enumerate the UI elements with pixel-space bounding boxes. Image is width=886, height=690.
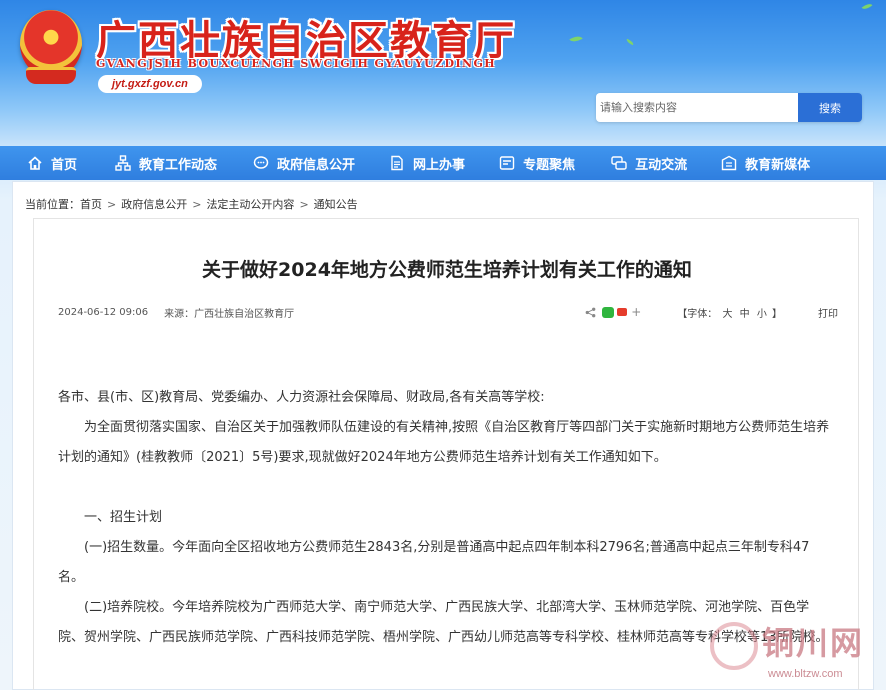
nav-item-home[interactable]: 首页	[27, 146, 77, 180]
leaf-decoration-icon	[861, 1, 873, 12]
nav-item-topics[interactable]: 专题聚焦	[499, 146, 575, 180]
nav-item-label: 教育新媒体	[745, 157, 811, 173]
font-size-large[interactable]: 大	[722, 309, 732, 320]
site-subtitle: GVANGJSIH BOUXCUENGH SWCIGIH GYAUYUZDING…	[96, 57, 497, 70]
national-emblem-icon	[20, 10, 82, 84]
article-title: 关于做好2024年地方公费师范生培养计划有关工作的通知	[202, 259, 692, 281]
leaf-decoration-icon	[569, 33, 583, 45]
nav-item-label: 政府信息公开	[277, 157, 356, 173]
breadcrumb-separator: >	[299, 197, 309, 211]
site-domain[interactable]: jyt.gxzf.gov.cn	[98, 75, 202, 93]
font-size-label: 【字体：	[677, 308, 718, 320]
article-paragraph: 为全面贯彻落实国家、自治区关于加强教师队伍建设的有关精神,按照《自治区教育厅等四…	[58, 420, 830, 465]
nav-item-label: 首页	[51, 157, 78, 173]
breadcrumb-link-notices[interactable]: 通知公告	[314, 196, 358, 212]
watermark-text: 铜川网	[762, 624, 865, 662]
nav-item-label: 教育工作动态	[139, 157, 218, 173]
nav-item-label: 互动交流	[635, 157, 688, 173]
article-source: 来源：广西壮族自治区教育厅	[164, 308, 295, 320]
watermark-logo-icon	[710, 622, 758, 670]
article-section-heading: 一、招生计划	[84, 510, 163, 525]
home-icon	[27, 155, 43, 171]
nav-item-label: 网上办事	[413, 157, 466, 173]
article-meta: 2024-06-12 09:06 来源：广西壮族自治区教育厅 + 【字体： 大 …	[58, 303, 838, 321]
font-size-medium[interactable]: 中	[740, 309, 750, 320]
breadcrumb-link-gov-info[interactable]: 政府信息公开	[121, 196, 187, 212]
chat-bubble-icon	[253, 155, 269, 171]
article-tools: + 【字体： 大 中 小 】 打印	[585, 303, 838, 321]
breadcrumb-separator: >	[107, 197, 117, 211]
share-icon[interactable]	[585, 307, 596, 318]
font-size-small[interactable]: 小	[757, 309, 767, 320]
search-button[interactable]: 搜索	[798, 93, 862, 122]
nav-item-label: 专题聚焦	[523, 157, 576, 173]
print-button[interactable]: 打印	[818, 305, 838, 320]
document-edit-icon	[389, 155, 405, 171]
site-header: 广西壮族自治区教育厅 GVANGJSIH BOUXCUENGH SWCIGIH …	[0, 0, 886, 146]
nav-item-interaction[interactable]: 互动交流	[611, 146, 687, 180]
org-chart-icon	[115, 155, 131, 171]
leaf-decoration-icon	[625, 38, 635, 46]
topic-icon	[499, 155, 515, 171]
font-size-control: 【字体： 大 中 小 】	[677, 305, 782, 320]
nav-item-online-service[interactable]: 网上办事	[389, 146, 465, 180]
interaction-icon	[611, 155, 627, 171]
breadcrumb-prefix: 当前位置：	[25, 198, 80, 211]
font-size-close: 】	[772, 308, 782, 320]
nav-item-education-news[interactable]: 教育工作动态	[115, 146, 217, 180]
media-icon	[721, 155, 737, 171]
search-box: 搜索	[596, 93, 862, 122]
weibo-share-icon[interactable]	[617, 308, 628, 316]
breadcrumb-link-statutory[interactable]: 法定主动公开内容	[206, 196, 294, 212]
breadcrumb: 当前位置： 首页 > 政府信息公开 > 法定主动公开内容 > 通知公告	[25, 196, 358, 212]
article-date: 2024-06-12 09:06	[58, 306, 149, 318]
wechat-share-icon[interactable]	[602, 306, 615, 318]
main-nav: 首页 教育工作动态 政府信息公开 网上办事 专题聚焦 互动交流 教育新媒体	[0, 146, 886, 180]
nav-item-gov-info[interactable]: 政府信息公开	[253, 146, 355, 180]
watermark: 铜川网 www.bltzw.com	[700, 612, 886, 690]
more-share-icon[interactable]: +	[631, 305, 641, 319]
search-input[interactable]	[596, 93, 798, 122]
breadcrumb-separator: >	[192, 197, 202, 211]
article-paragraph: (一)招生数量。今年面向全区招收地方公费师范生2843名,分别是普通高中起点四年…	[58, 540, 810, 585]
watermark-url: www.bltzw.com	[768, 668, 843, 680]
breadcrumb-link-home[interactable]: 首页	[80, 196, 102, 212]
article-paragraph-salutation: 各市、县(市、区)教育局、党委编办、人力资源社会保障局、财政局,各有关高等学校:	[58, 390, 545, 405]
nav-item-new-media[interactable]: 教育新媒体	[721, 146, 810, 180]
